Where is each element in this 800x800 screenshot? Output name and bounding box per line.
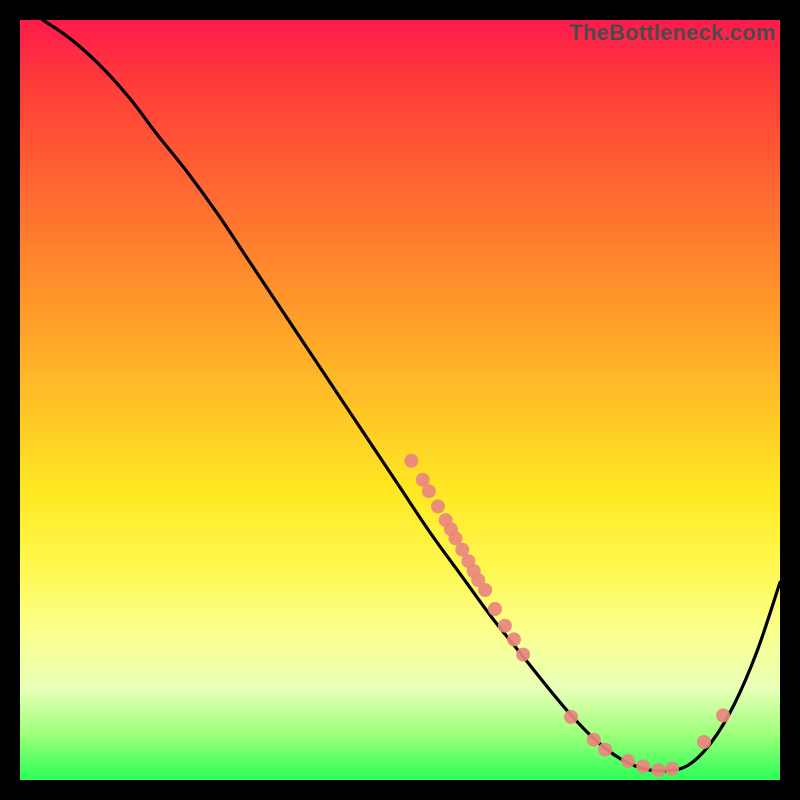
sample-point: [498, 619, 512, 633]
bottleneck-curve: [43, 20, 780, 771]
sample-point: [422, 484, 436, 498]
sample-point: [587, 733, 601, 747]
plot-area: TheBottleneck.com: [20, 20, 780, 780]
sample-point: [621, 754, 635, 768]
chart-stage: TheBottleneck.com: [0, 0, 800, 800]
sample-point: [431, 499, 445, 513]
sample-point: [507, 632, 521, 646]
sample-point: [716, 708, 730, 722]
sample-point: [404, 454, 418, 468]
sample-point: [598, 743, 612, 757]
sample-point: [564, 710, 578, 724]
chart-overlay: [20, 20, 780, 780]
sample-point: [478, 583, 492, 597]
sample-point: [488, 602, 502, 616]
sample-point: [636, 759, 650, 773]
sample-points: [404, 454, 730, 777]
sample-point: [516, 648, 530, 662]
sample-point: [651, 763, 665, 777]
sample-point: [665, 762, 679, 776]
sample-point: [697, 735, 711, 749]
